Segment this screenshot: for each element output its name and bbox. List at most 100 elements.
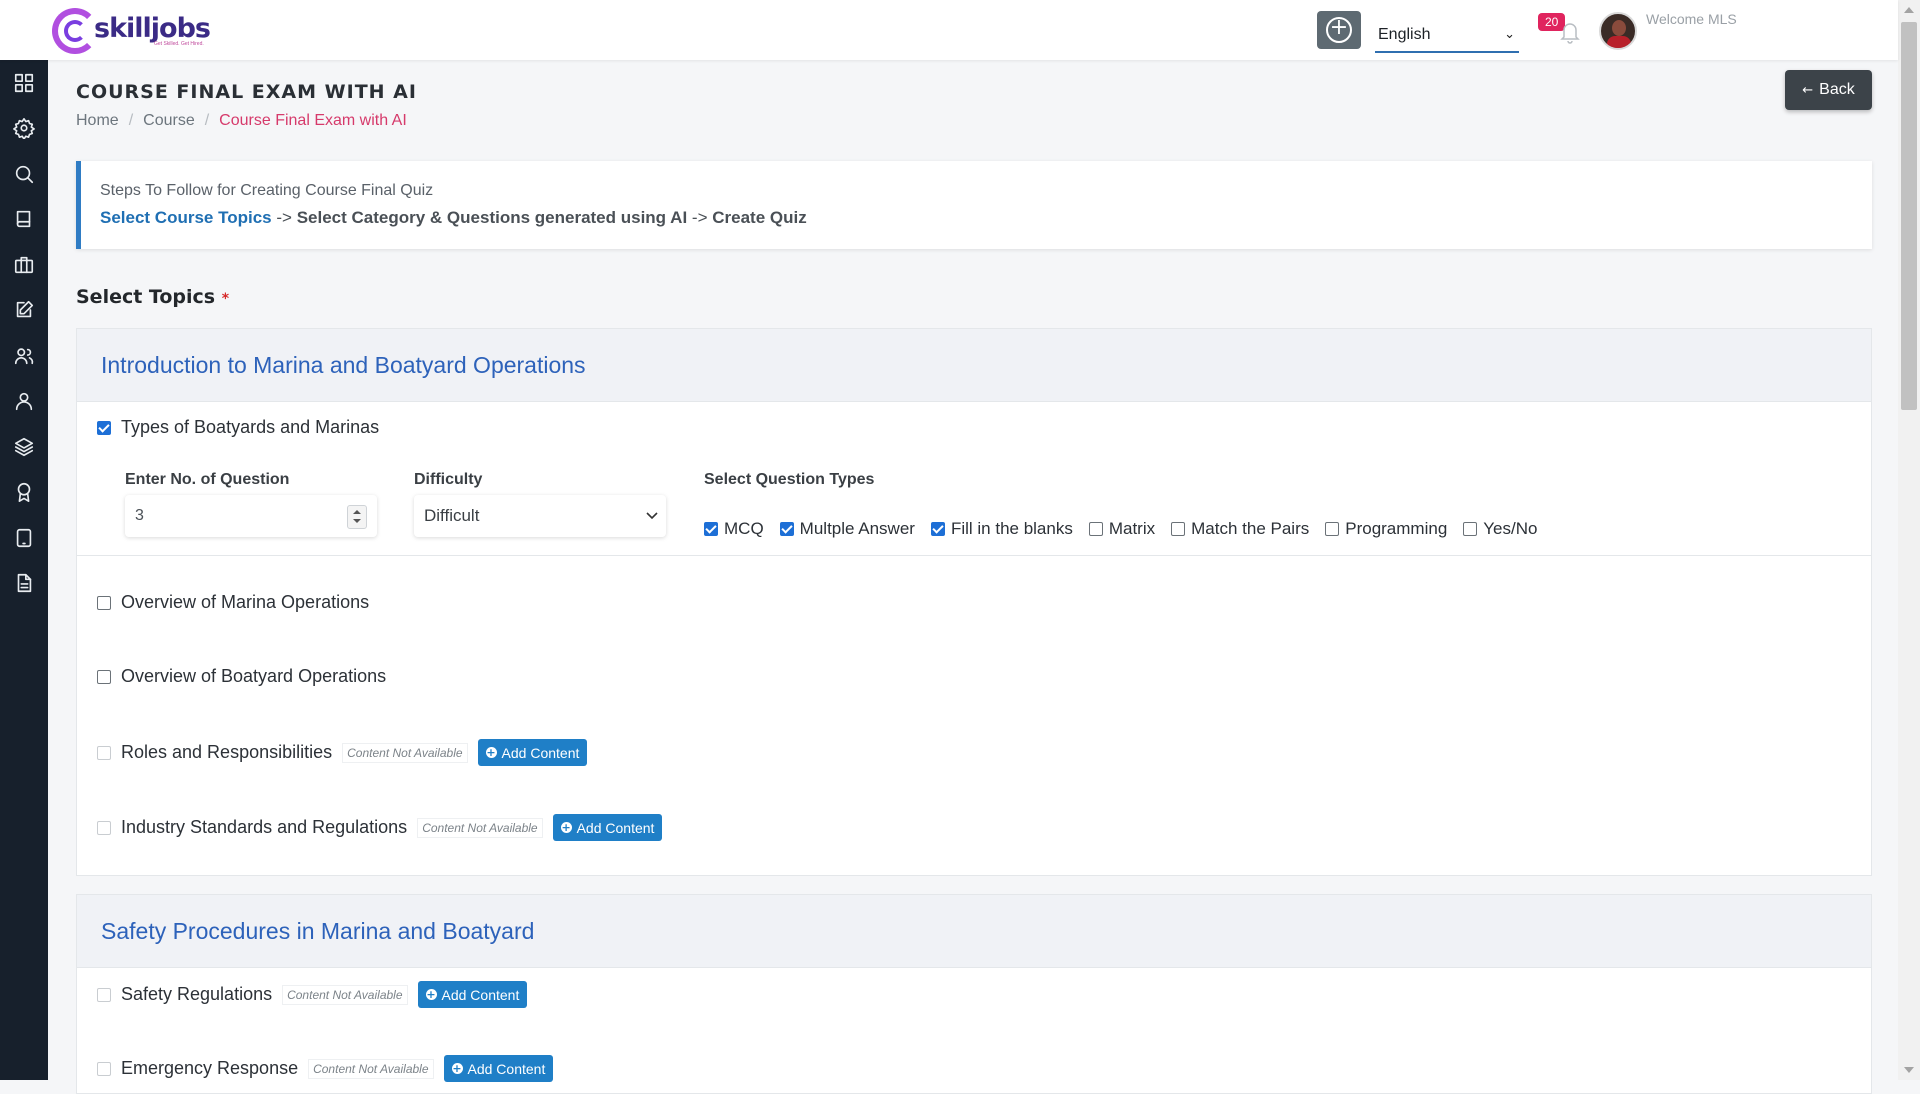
qtype-checkbox[interactable] (779, 522, 794, 536)
welcome-text: Welcome MLS (1646, 11, 1737, 27)
add-content-button[interactable]: + Add Content (443, 1055, 554, 1082)
topic-settings-panel: Enter No. of Question 3 Difficulty Diffi… (77, 439, 1871, 556)
topic-checkbox-disabled (97, 1061, 111, 1076)
topic-checkbox-disabled (97, 820, 111, 835)
language-select[interactable]: English ⌄ (1375, 18, 1519, 53)
step-select-category: Select Category & Questions generated us… (296, 208, 688, 227)
plus-circle-icon: + (425, 988, 437, 1001)
user-avatar[interactable] (1599, 12, 1637, 50)
difficulty-label: Difficulty (414, 471, 483, 488)
page-scrollbar[interactable] (1898, 0, 1920, 1080)
dashboard-icon[interactable] (13, 72, 35, 94)
required-marker: * (221, 291, 230, 307)
topic-checkbox-disabled (97, 987, 111, 1002)
search-icon[interactable] (13, 163, 35, 185)
qtype-label: Yes/No (1483, 519, 1538, 538)
breadcrumb-home[interactable]: Home (76, 112, 119, 129)
topic-emergency-response: Emergency Response Content Not Available… (97, 1055, 554, 1082)
step-arrow: -> (276, 208, 292, 227)
content-not-available-label: Content Not Available (308, 1058, 434, 1079)
qtype-mcq[interactable]: MCQ (704, 519, 764, 539)
section-card: Safety Procedures in Marina and Boatyard… (76, 894, 1872, 1094)
qtype-checkbox[interactable] (930, 522, 945, 536)
breadcrumb: Home / Course / Course Final Exam with AI (76, 112, 407, 129)
qtype-checkbox[interactable] (1463, 522, 1478, 536)
arrow-left-icon: ← (1802, 82, 1814, 98)
topic-overview-marina[interactable]: Overview of Marina Operations (97, 592, 369, 613)
qtype-label: Fill in the blanks (950, 519, 1073, 538)
plus-circle-icon: + (560, 821, 572, 834)
topic-checkbox[interactable] (97, 420, 111, 435)
topic-label: Roles and Responsibilities (121, 742, 333, 762)
topic-checkbox[interactable] (97, 595, 111, 610)
logo-mark-icon (52, 8, 98, 54)
add-content-button[interactable]: + Add Content (417, 981, 528, 1008)
qtype-multiple-answer[interactable]: Multple Answer (779, 519, 915, 539)
section-card: Introduction to Marina and Boatyard Oper… (76, 328, 1872, 876)
add-content-label: Add Content (501, 744, 580, 761)
scroll-up-arrow-icon[interactable] (1904, 7, 1914, 13)
qtype-fill-blanks[interactable]: Fill in the blanks (930, 519, 1073, 539)
qtype-label: Matrix (1108, 519, 1156, 538)
content-not-available-label: Content Not Available (342, 742, 468, 763)
top-bar: skilljobs Get Skilled. Get Hired. + Engl… (0, 0, 1898, 60)
sidebar (0, 60, 48, 1080)
layers-icon[interactable] (13, 436, 35, 458)
users-icon[interactable] (13, 345, 35, 367)
topic-label: Emergency Response (121, 1058, 299, 1078)
qtype-label: Programming (1345, 519, 1448, 538)
edit-icon[interactable] (13, 299, 35, 321)
num-questions-value: 3 (135, 507, 144, 524)
chevron-down-icon (646, 512, 658, 520)
plus-circle-icon: + (485, 746, 497, 759)
qtype-checkbox[interactable] (1325, 522, 1340, 536)
settings-icon[interactable] (13, 117, 35, 140)
qtype-programming[interactable]: Programming (1325, 519, 1447, 539)
select-topics-label: Select Topics * (76, 286, 229, 308)
book-icon[interactable] (13, 208, 35, 230)
topic-label: Industry Standards and Regulations (121, 817, 408, 837)
add-content-button[interactable]: + Add Content (552, 814, 663, 841)
topic-overview-boatyard[interactable]: Overview of Boatyard Operations (97, 666, 386, 687)
quick-add-button[interactable]: + (1317, 11, 1361, 49)
breadcrumb-course[interactable]: Course (143, 112, 195, 129)
back-button[interactable]: ← Back (1785, 70, 1872, 110)
back-label: Back (1819, 81, 1855, 98)
file-icon[interactable] (13, 572, 35, 594)
num-questions-label: Enter No. of Question (125, 471, 290, 488)
briefcase-icon[interactable] (13, 254, 35, 276)
topic-roles-responsibilities: Roles and Responsibilities Content Not A… (97, 739, 588, 766)
qtype-label: MCQ (724, 519, 764, 538)
topic-types-of-boatyards[interactable]: Types of Boatyards and Marinas (97, 417, 379, 438)
scroll-thumb[interactable] (1901, 22, 1917, 410)
user-icon[interactable] (13, 390, 35, 412)
award-icon[interactable] (13, 481, 35, 503)
topic-checkbox[interactable] (97, 669, 111, 684)
qtype-matrix[interactable]: Matrix (1088, 519, 1156, 539)
stepper-arrows-icon[interactable] (347, 505, 367, 529)
logo-tagline: Get Skilled. Get Hired. (154, 41, 204, 47)
steps-banner: Steps To Follow for Creating Course Fina… (76, 161, 1872, 249)
chevron-down-icon: ⌄ (1504, 27, 1515, 42)
qtype-checkbox[interactable] (704, 522, 718, 536)
add-content-button[interactable]: + Add Content (477, 739, 588, 766)
step-select-topics: Select Course Topics (100, 208, 272, 227)
language-value: English (1378, 25, 1431, 43)
select-topics-text: Select Topics (76, 286, 216, 308)
scroll-down-arrow-icon[interactable] (1904, 1067, 1914, 1073)
qtype-checkbox[interactable] (1088, 522, 1103, 536)
skilljobs-logo[interactable]: skilljobs Get Skilled. Get Hired. (52, 4, 211, 58)
qtype-label: Match the Pairs (1191, 519, 1310, 538)
qtype-match-pairs[interactable]: Match the Pairs (1171, 519, 1309, 539)
qtype-yes-no[interactable]: Yes/No (1463, 519, 1537, 539)
tablet-icon[interactable] (13, 527, 35, 549)
content-not-available-label: Content Not Available (282, 984, 408, 1005)
num-questions-input[interactable]: 3 (125, 495, 377, 537)
plus-circle-icon: + (1326, 17, 1352, 43)
qtype-checkbox[interactable] (1171, 522, 1186, 536)
logo-text: skilljobs (94, 13, 211, 44)
bell-icon[interactable] (1559, 20, 1581, 44)
difficulty-select[interactable]: Difficult (414, 495, 666, 537)
add-content-label: Add Content (441, 986, 520, 1003)
add-content-label: Add Content (467, 1060, 546, 1077)
